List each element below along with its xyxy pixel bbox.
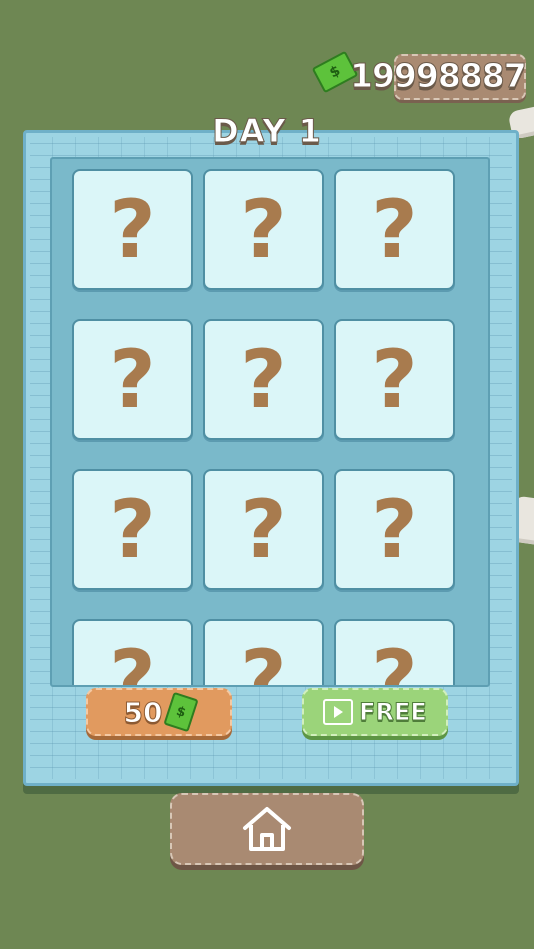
- mystery-card[interactable]: ?: [334, 169, 455, 290]
- question-mark-icon: ?: [109, 182, 156, 276]
- question-mark-icon: ?: [109, 632, 156, 687]
- question-mark-icon: ?: [371, 182, 418, 276]
- watch-ad-free-button[interactable]: FREE: [302, 688, 448, 736]
- card-scroll-area[interactable]: ? ? ? ? ? ? ? ? ? ? ? ?: [50, 157, 490, 687]
- question-mark-icon: ?: [240, 482, 287, 576]
- currency-display: $ 19998887: [311, 50, 534, 100]
- mystery-card[interactable]: ?: [203, 169, 324, 290]
- question-mark-icon: ?: [240, 182, 287, 276]
- free-label: FREE: [359, 698, 428, 727]
- mystery-card[interactable]: ?: [334, 619, 455, 687]
- mystery-card[interactable]: ?: [203, 619, 324, 687]
- question-mark-icon: ?: [371, 632, 418, 687]
- question-mark-icon: ?: [109, 482, 156, 576]
- home-button[interactable]: [170, 793, 364, 865]
- cash-symbol: $: [174, 703, 189, 721]
- mystery-card[interactable]: ?: [334, 319, 455, 440]
- question-mark-icon: ?: [371, 332, 418, 426]
- buy-price-label: 50: [123, 695, 163, 729]
- video-icon: [323, 699, 354, 725]
- question-mark-icon: ?: [109, 332, 156, 426]
- mystery-card[interactable]: ?: [72, 169, 193, 290]
- question-mark-icon: ?: [240, 632, 287, 687]
- question-mark-icon: ?: [371, 482, 418, 576]
- mystery-card[interactable]: ?: [203, 319, 324, 440]
- currency-amount: 19998887: [350, 56, 528, 96]
- mystery-card[interactable]: ?: [72, 319, 193, 440]
- cash-symbol: $: [326, 62, 344, 82]
- buy-cards-button[interactable]: 50 $: [86, 688, 232, 736]
- day-title: DAY 1: [212, 112, 322, 151]
- mystery-card[interactable]: ?: [203, 469, 324, 590]
- home-icon: [243, 807, 291, 851]
- cash-icon: $: [163, 691, 200, 733]
- mystery-card[interactable]: ?: [334, 469, 455, 590]
- mystery-card[interactable]: ?: [72, 619, 193, 687]
- question-mark-icon: ?: [240, 332, 287, 426]
- mystery-card[interactable]: ?: [72, 469, 193, 590]
